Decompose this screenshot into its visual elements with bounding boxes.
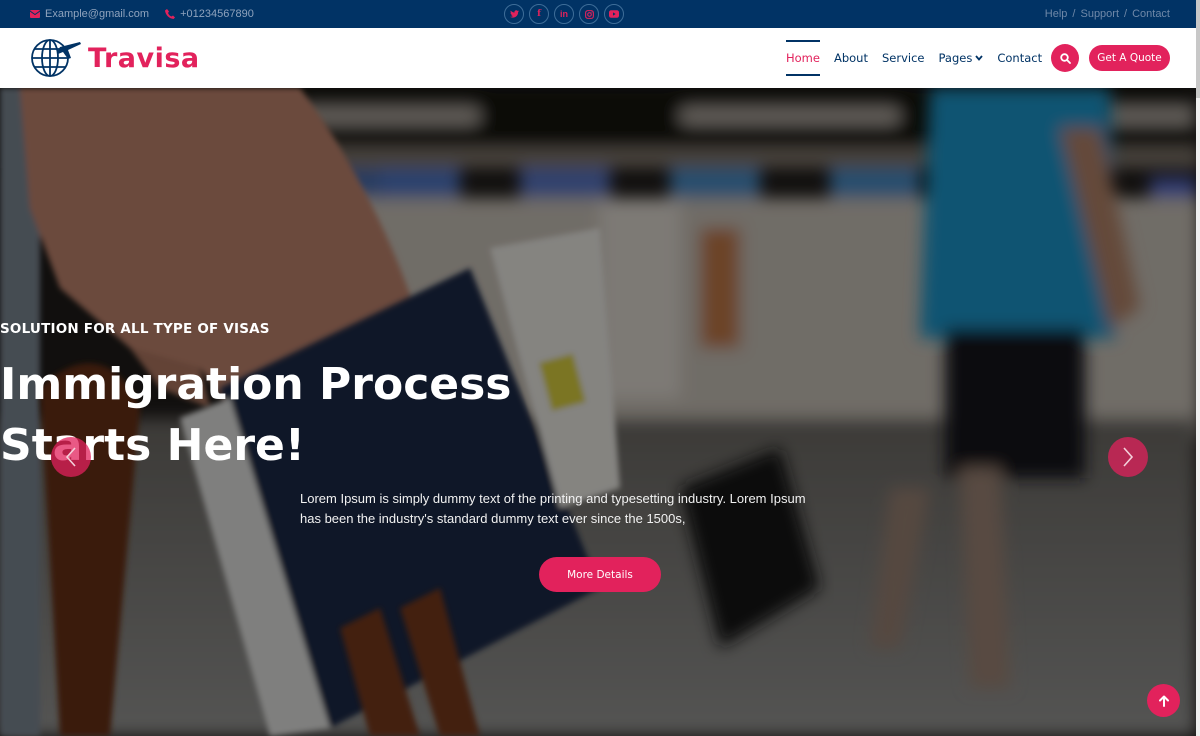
hero-description-line-2: has been the industry's standard dummy t… xyxy=(300,511,686,526)
nav-pages[interactable]: Pages xyxy=(939,28,984,88)
chevron-down-icon xyxy=(975,55,984,61)
social-links: f in xyxy=(504,4,624,24)
hero-title: Immigration Process Starts Here! xyxy=(0,354,1196,476)
globe-plane-icon xyxy=(31,39,81,77)
phone-icon xyxy=(165,9,176,19)
hero-description-line-1: Lorem Ipsum is simply dummy text of the … xyxy=(300,491,806,506)
instagram-icon[interactable] xyxy=(579,4,599,24)
logo-text: Travisa xyxy=(88,42,200,74)
hero-carousel: SOLUTION FOR ALL TYPE OF VISAS Immigrati… xyxy=(0,88,1196,736)
chevron-left-icon xyxy=(65,447,76,467)
nav-home[interactable]: Home xyxy=(786,28,820,88)
nav-service[interactable]: Service xyxy=(882,28,925,88)
search-icon xyxy=(1059,52,1071,64)
contact-link[interactable]: Contact xyxy=(1132,8,1170,20)
phone-text: +01234567890 xyxy=(180,8,254,20)
separator: / xyxy=(1072,8,1076,20)
carousel-next-button[interactable] xyxy=(1108,437,1148,477)
email-link[interactable]: Example@gmail.com xyxy=(30,8,149,20)
nav-contact[interactable]: Contact xyxy=(997,28,1042,88)
carousel-prev-button[interactable] xyxy=(51,437,91,477)
back-to-top-button[interactable] xyxy=(1147,684,1180,717)
email-text: Example@gmail.com xyxy=(45,8,150,20)
twitter-icon[interactable] xyxy=(504,4,524,24)
nav-pages-label: Pages xyxy=(938,51,973,65)
arrow-up-icon xyxy=(1158,695,1169,707)
hero-eyebrow: SOLUTION FOR ALL TYPE OF VISAS xyxy=(0,321,270,337)
phone-link[interactable]: +01234567890 xyxy=(165,8,254,20)
envelope-icon xyxy=(30,10,40,18)
facebook-icon[interactable]: f xyxy=(529,4,549,24)
nav-about[interactable]: About xyxy=(834,28,868,88)
scrollbar-thumb[interactable] xyxy=(1196,0,1200,98)
chevron-right-icon xyxy=(1123,447,1134,467)
utility-links: Help / Support / Contact xyxy=(1045,0,1170,28)
hero-description: Lorem Ipsum is simply dummy text of the … xyxy=(300,489,900,529)
logo[interactable]: Travisa xyxy=(30,38,200,78)
youtube-icon[interactable] xyxy=(604,4,624,24)
more-details-button[interactable]: More Details xyxy=(539,557,661,592)
main-header: Travisa Home About Service Pages Contact… xyxy=(0,28,1196,88)
support-link[interactable]: Support xyxy=(1080,8,1119,20)
hero-title-line-2: Starts Here! xyxy=(0,420,305,471)
search-button[interactable] xyxy=(1051,44,1079,72)
contact-info: Example@gmail.com +01234567890 xyxy=(30,0,254,28)
hero-title-line-1: Immigration Process xyxy=(0,359,512,410)
page-scrollbar[interactable] xyxy=(1196,0,1200,736)
help-link[interactable]: Help xyxy=(1045,8,1068,20)
separator: / xyxy=(1124,8,1128,20)
top-bar: Example@gmail.com +01234567890 f in Help… xyxy=(0,0,1200,28)
linkedin-icon[interactable]: in xyxy=(554,4,574,24)
get-quote-button[interactable]: Get A Quote xyxy=(1089,45,1170,71)
main-nav: Home About Service Pages Contact xyxy=(786,28,1056,88)
